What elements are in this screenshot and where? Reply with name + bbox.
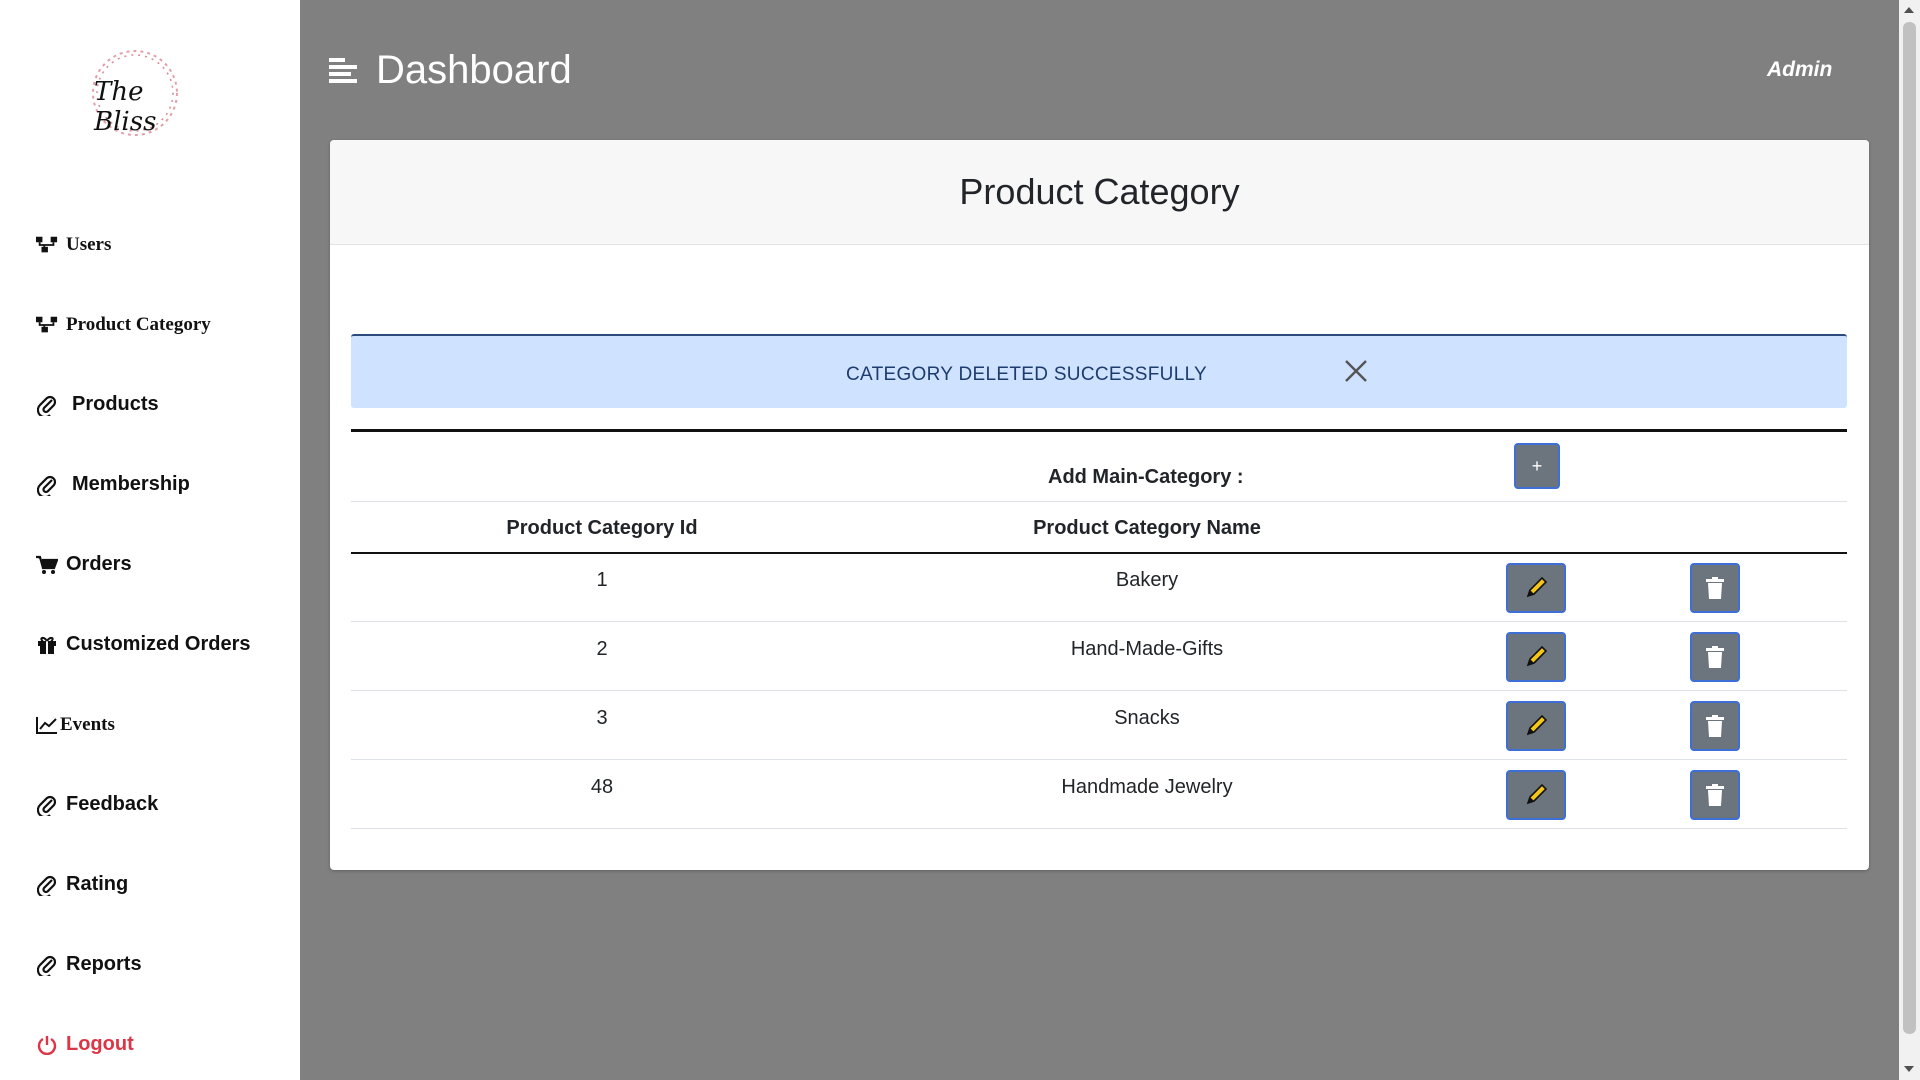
sidebar-item-label: Orders xyxy=(66,553,132,575)
edit-button[interactable] xyxy=(1506,632,1566,682)
scroll-up-arrow-icon[interactable] xyxy=(1904,7,1914,13)
paperclip-icon xyxy=(36,474,58,496)
paperclip-icon xyxy=(36,394,58,416)
sidebar-item-label: Logout xyxy=(66,1033,134,1055)
add-main-category-button[interactable]: + xyxy=(1514,443,1560,489)
pencil-icon xyxy=(1526,576,1548,598)
header-divider xyxy=(351,552,1847,554)
user-label[interactable]: Admin xyxy=(1767,58,1832,82)
sidebar-item-feedback[interactable]: Feedback xyxy=(36,793,158,816)
sidebar: The Bliss Users Product Category Product… xyxy=(0,0,300,1080)
menu-toggle-icon[interactable] xyxy=(329,58,357,84)
sidebar-item-reports[interactable]: Reports xyxy=(36,953,142,976)
edit-button[interactable] xyxy=(1506,563,1566,613)
row-divider xyxy=(351,690,1847,691)
column-header-name: Product Category Name xyxy=(1033,517,1261,539)
vertical-scrollbar[interactable] xyxy=(1899,0,1920,1080)
sidebar-item-product-category[interactable]: Product Category xyxy=(36,314,211,336)
sidebar-item-logout[interactable]: Logout xyxy=(36,1033,134,1056)
cell-category-name: Handmade Jewelry xyxy=(1061,776,1233,798)
paperclip-icon xyxy=(36,874,58,896)
sidebar-item-users[interactable]: Users xyxy=(36,234,111,256)
add-main-category-label: Add Main-Category : xyxy=(1048,466,1244,488)
column-header-id: Product Category Id xyxy=(506,517,698,539)
sidebar-item-label: Product Category xyxy=(66,314,211,335)
sitemap-icon xyxy=(36,314,58,336)
delete-button[interactable] xyxy=(1690,632,1740,682)
row-divider xyxy=(351,501,1847,502)
sidebar-item-products[interactable]: Products xyxy=(36,393,159,416)
logo-text: The Bliss xyxy=(94,77,157,137)
sidebar-item-label: Membership xyxy=(72,473,190,495)
cell-category-id: 3 xyxy=(596,707,608,729)
gift-icon xyxy=(36,634,58,656)
edit-button[interactable] xyxy=(1506,701,1566,751)
pencil-icon xyxy=(1526,783,1548,805)
scroll-down-arrow-icon[interactable] xyxy=(1904,1066,1914,1072)
sidebar-item-label: Users xyxy=(66,234,112,255)
logo[interactable]: The Bliss xyxy=(80,45,190,145)
sidebar-item-rating[interactable]: Rating xyxy=(36,873,128,896)
delete-button[interactable] xyxy=(1690,770,1740,820)
trash-icon xyxy=(1706,784,1724,806)
delete-button[interactable] xyxy=(1690,701,1740,751)
card-title: Product Category xyxy=(959,171,1240,212)
cell-category-id: 2 xyxy=(596,638,608,660)
pencil-icon xyxy=(1526,714,1548,736)
sidebar-item-orders[interactable]: Orders xyxy=(36,553,132,576)
close-icon[interactable] xyxy=(1343,358,1369,384)
delete-button[interactable] xyxy=(1690,563,1740,613)
sidebar-item-label: Events xyxy=(60,714,115,735)
scroll-thumb[interactable] xyxy=(1903,22,1916,1034)
cell-category-name: Snacks xyxy=(1114,707,1180,729)
cell-category-name: Bakery xyxy=(1115,569,1179,591)
trash-icon xyxy=(1706,715,1724,737)
row-divider xyxy=(351,621,1847,622)
sidebar-item-label: Rating xyxy=(66,873,129,895)
paperclip-icon xyxy=(36,954,58,976)
table-top-rule xyxy=(351,429,1847,432)
product-category-card: Product Category CATEGORY DELETED SUCCES… xyxy=(330,140,1869,870)
edit-button[interactable] xyxy=(1506,770,1566,820)
row-divider xyxy=(351,759,1847,760)
line-chart-icon xyxy=(36,714,58,736)
cell-category-id: 1 xyxy=(596,569,608,591)
trash-icon xyxy=(1706,646,1724,668)
trash-icon xyxy=(1706,577,1724,599)
sitemap-icon xyxy=(36,234,58,256)
cart-icon xyxy=(36,554,58,576)
cell-category-name: Hand-Made-Gifts xyxy=(1070,638,1224,660)
pencil-icon xyxy=(1526,645,1548,667)
power-icon xyxy=(36,1034,58,1056)
sidebar-item-membership[interactable]: Membership xyxy=(36,473,190,496)
alert-message: CATEGORY DELETED SUCCESSFULLY xyxy=(846,364,1207,385)
sidebar-item-label: Reports xyxy=(66,953,142,975)
card-header: Product Category xyxy=(330,140,1869,245)
sidebar-item-label: Feedback xyxy=(66,793,159,815)
cell-category-id: 48 xyxy=(590,776,614,798)
sidebar-item-events[interactable]: Events xyxy=(36,714,115,736)
sidebar-item-customized-orders[interactable]: Customized Orders xyxy=(36,633,250,656)
row-divider xyxy=(351,828,1847,829)
success-alert: CATEGORY DELETED SUCCESSFULLY xyxy=(351,334,1847,408)
paperclip-icon xyxy=(36,794,58,816)
sidebar-item-label: Customized Orders xyxy=(66,633,251,655)
sidebar-item-label: Products xyxy=(72,393,159,415)
page-title: Dashboard xyxy=(376,48,572,92)
